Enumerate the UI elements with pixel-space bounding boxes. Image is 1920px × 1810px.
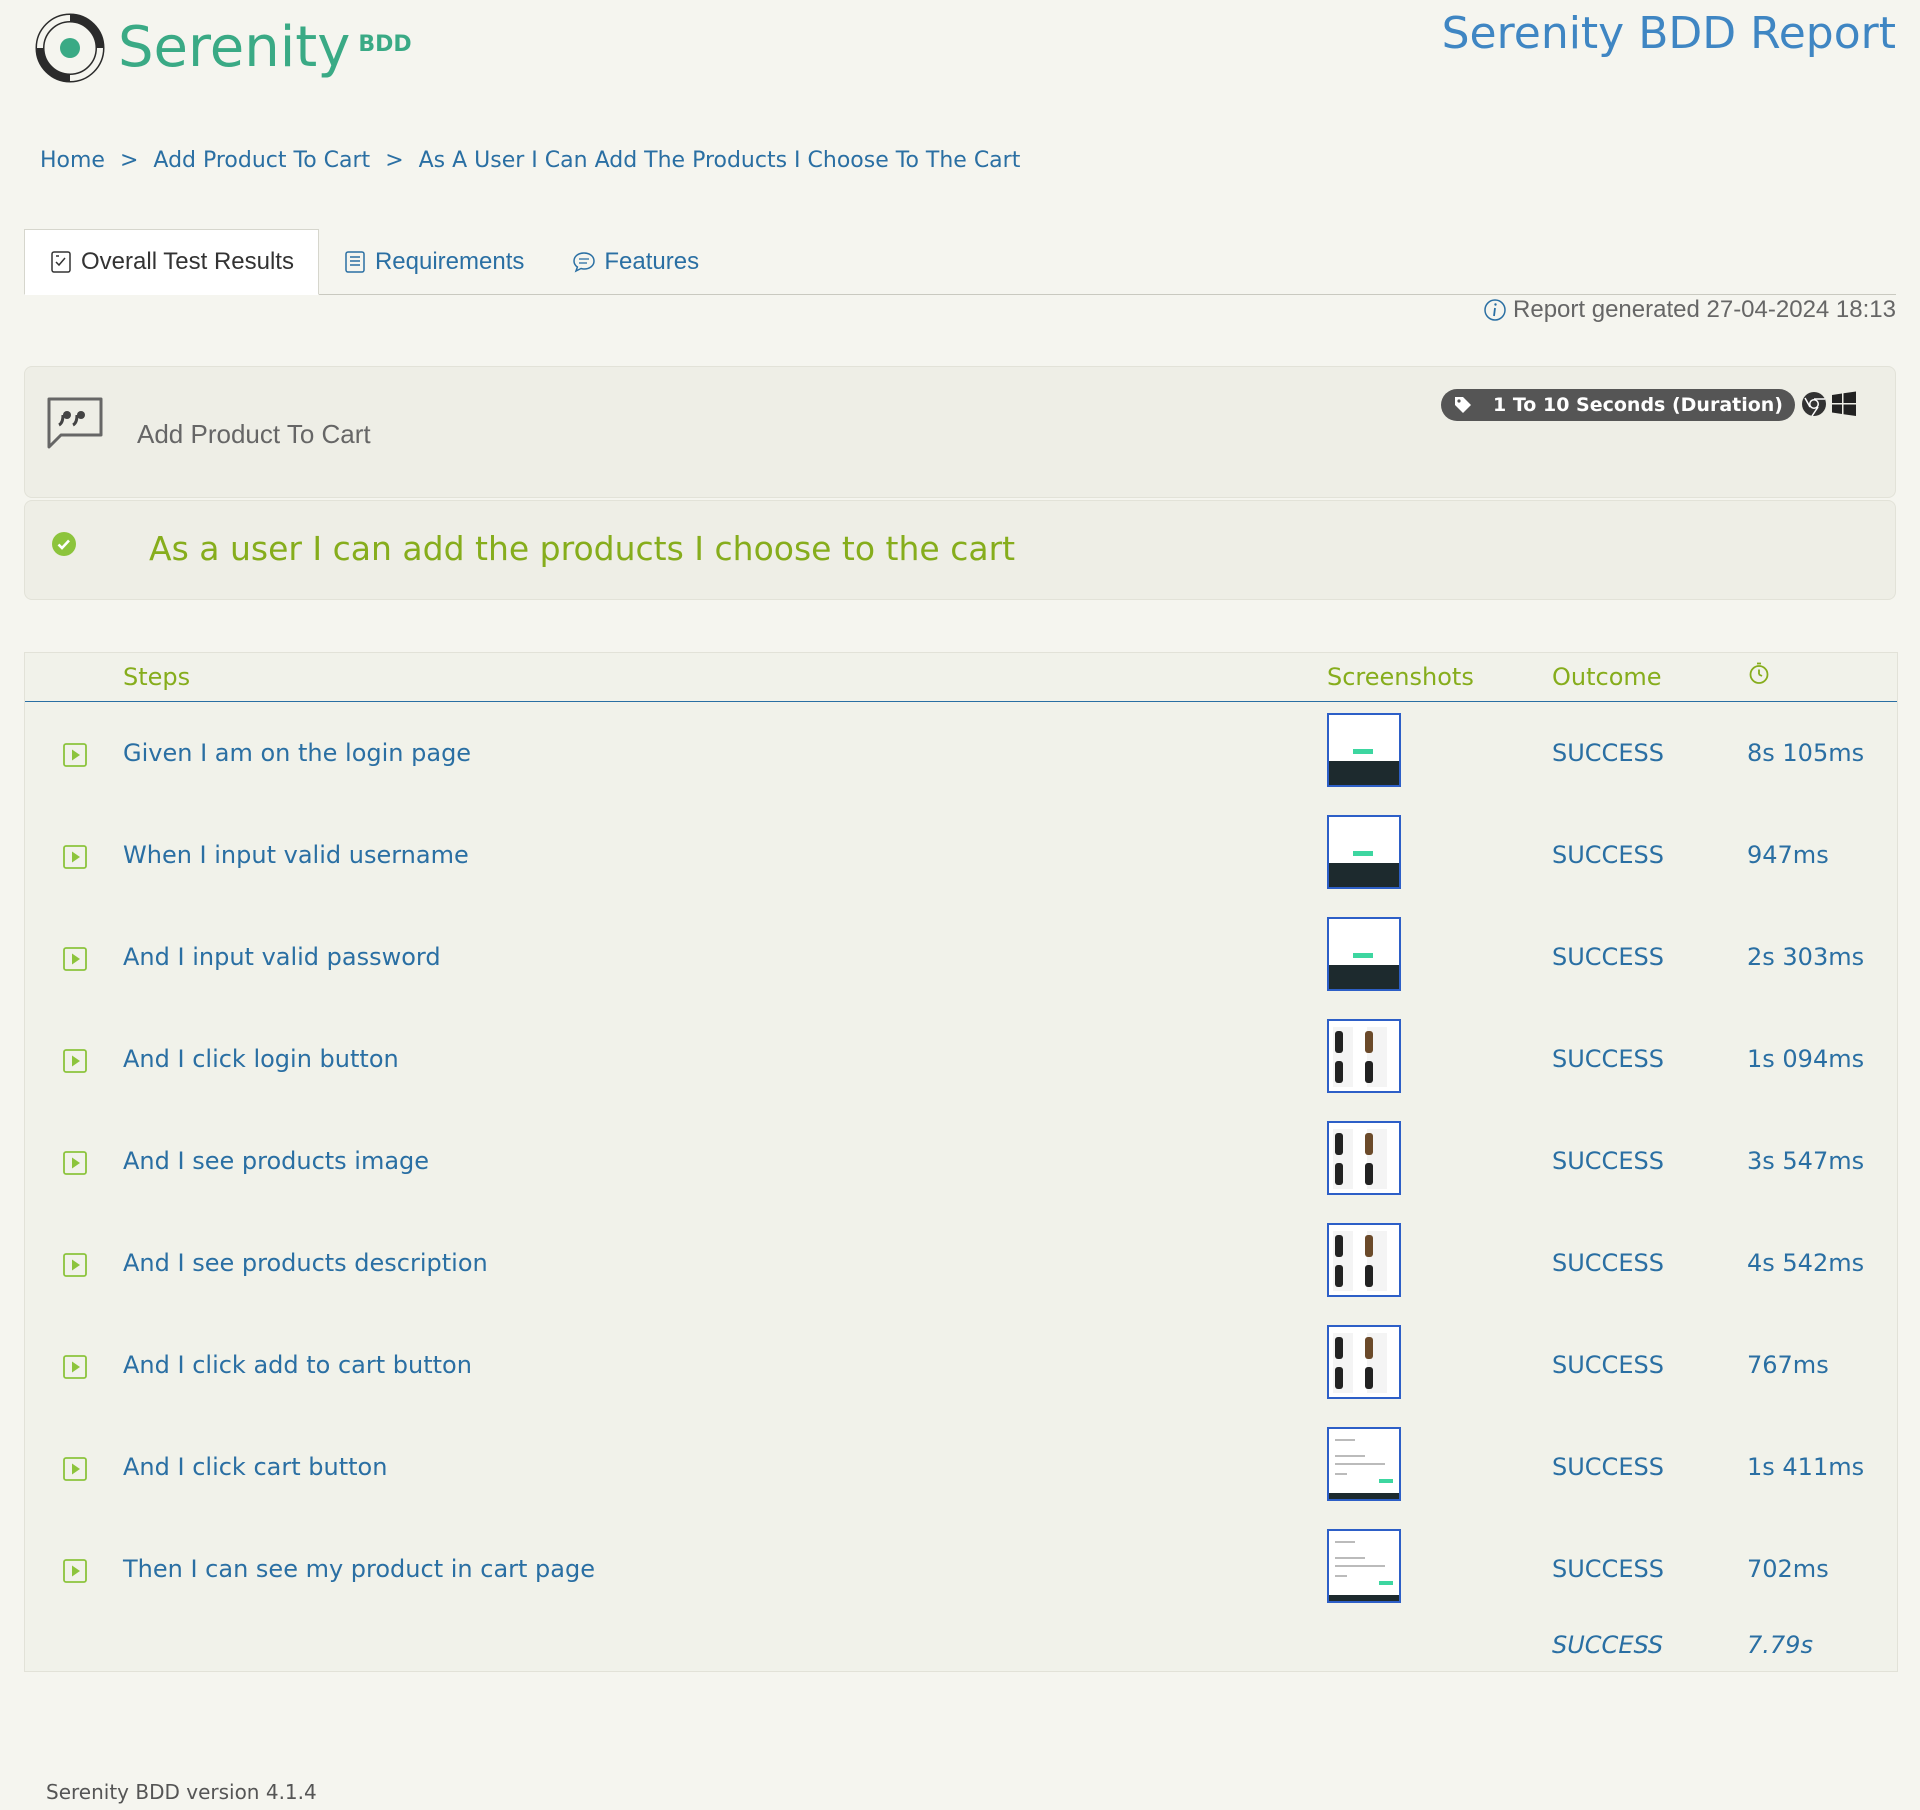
feature-name: Add Product To Cart: [137, 419, 371, 449]
table-row: Given I am on the login page SUCCESS 8s 10…: [25, 705, 1897, 807]
step-duration: 947ms: [1747, 841, 1829, 869]
step-outcome: SUCCESS: [1552, 841, 1664, 869]
step-outcome: SUCCESS: [1552, 1045, 1664, 1073]
speech-bubble-icon: [573, 252, 596, 273]
breadcrumb-separator: >: [119, 148, 139, 173]
breadcrumb-feature[interactable]: Add Product To Cart: [153, 148, 370, 173]
expand-step-icon[interactable]: [63, 1355, 87, 1379]
info-icon: [1484, 299, 1506, 321]
version-footer: Serenity BDD version 4.1.4: [46, 1780, 317, 1804]
step-duration: 3s 547ms: [1747, 1147, 1865, 1175]
step-description: Given I am on the login page: [123, 739, 472, 767]
expand-step-icon[interactable]: [63, 845, 87, 869]
breadcrumb-scenario[interactable]: As A User I Can Add The Products I Choos…: [419, 148, 1021, 173]
breadcrumb-separator: >: [385, 148, 404, 173]
table-row: And I click add to cart button SUCCESS 767…: [25, 1317, 1897, 1419]
screenshot-thumbnail[interactable]: [1327, 1325, 1401, 1399]
list-document-icon: [345, 251, 365, 273]
step-description: And I see products image: [123, 1147, 430, 1175]
step-description: And I click cart button: [123, 1453, 388, 1481]
step-outcome: SUCCESS: [1552, 1249, 1664, 1277]
duration-tag-label: 1 To 10 Seconds (Duration): [1493, 394, 1783, 416]
table-row: When I input valid username SUCCESS 947ms: [25, 807, 1897, 909]
screenshot-thumbnail[interactable]: [1327, 1019, 1401, 1093]
expand-step-icon[interactable]: [63, 1049, 87, 1073]
screenshot-thumbnail[interactable]: [1327, 1529, 1401, 1603]
report-generated-text: Report generated 27-04-2024 18:13: [1513, 296, 1896, 323]
total-duration: 7.79s: [1747, 1631, 1813, 1659]
step-duration: 767ms: [1747, 1351, 1829, 1379]
step-description: And I see products description: [123, 1249, 488, 1277]
expand-step-icon[interactable]: [63, 743, 87, 767]
stopwatch-icon: [1749, 662, 1769, 684]
screenshot-thumbnail[interactable]: [1327, 713, 1401, 787]
quote-bubble-icon: [47, 397, 103, 449]
table-row: And I see products description SUCCESS 4s …: [25, 1215, 1897, 1317]
screenshot-thumbnail[interactable]: [1327, 917, 1401, 991]
step-description: And I input valid password: [123, 943, 441, 971]
table-row: And I see products image SUCCESS 3s 547ms: [25, 1113, 1897, 1215]
tab-label: Overall Test Results: [81, 248, 294, 275]
scenario-panel: As a user I can add the products I choos…: [24, 500, 1896, 600]
chrome-icon: [1802, 392, 1826, 417]
scenario-title: As a user I can add the products I choos…: [149, 529, 1016, 568]
table-row: Then I can see my product in cart page SU…: [25, 1521, 1897, 1623]
expand-step-icon[interactable]: [63, 1253, 87, 1277]
step-outcome: SUCCESS: [1552, 943, 1664, 971]
tag-icon: [1455, 397, 1472, 413]
screenshot-thumbnail[interactable]: [1327, 1223, 1401, 1297]
tab-requirements[interactable]: Requirements: [319, 230, 548, 294]
breadcrumb-home[interactable]: Home: [40, 148, 105, 173]
table-row: And I click cart button SUCCESS 1s 411ms: [25, 1419, 1897, 1521]
duration-tag[interactable]: 1 To 10 Seconds (Duration): [1441, 389, 1795, 421]
logo-wordmark: Serenity: [118, 15, 351, 80]
report-title: Serenity BDD Report: [1441, 8, 1896, 59]
step-duration: 2s 303ms: [1747, 943, 1865, 971]
feature-panel: Add Product To Cart 1 To 10 Seconds (Dur…: [24, 366, 1896, 498]
tab-features[interactable]: Features: [548, 230, 723, 294]
breadcrumb: Home > Add Product To Cart > As A User I…: [40, 148, 1020, 173]
step-outcome: SUCCESS: [1552, 1147, 1664, 1175]
screenshot-thumbnail[interactable]: [1327, 1121, 1401, 1195]
tab-overall-test-results[interactable]: Overall Test Results: [24, 229, 319, 295]
screenshot-thumbnail[interactable]: [1327, 1427, 1401, 1501]
table-row: And I input valid password SUCCESS 2s 303m…: [25, 909, 1897, 1011]
report-tabs: Overall Test Results Requirements Featur…: [24, 228, 1896, 295]
step-duration: 4s 542ms: [1747, 1249, 1865, 1277]
header-divider: [25, 701, 1897, 702]
step-outcome: SUCCESS: [1552, 1555, 1664, 1583]
serenity-logo-icon: [35, 13, 105, 83]
step-outcome: SUCCESS: [1552, 739, 1664, 767]
step-description: And I click login button: [123, 1045, 399, 1073]
outcome-header: Outcome: [1552, 663, 1662, 691]
expand-step-icon[interactable]: [63, 947, 87, 971]
step-outcome: SUCCESS: [1552, 1453, 1664, 1481]
screenshot-thumbnail[interactable]: [1327, 815, 1401, 889]
step-outcome: SUCCESS: [1552, 1351, 1664, 1379]
total-outcome: SUCCESS: [1552, 1631, 1664, 1659]
tab-label: Requirements: [374, 248, 525, 275]
step-duration: 1s 094ms: [1747, 1045, 1865, 1073]
expand-step-icon[interactable]: [63, 1457, 87, 1481]
success-check-icon: [52, 532, 76, 556]
logo-subtitle: BDD: [358, 31, 412, 57]
steps-header: Steps: [123, 663, 191, 691]
expand-step-icon[interactable]: [63, 1151, 87, 1175]
tab-label: Features: [604, 248, 700, 275]
screenshots-header: Screenshots: [1327, 663, 1474, 691]
report-generated-info: Report generated 27-04-2024 18:13: [1483, 296, 1896, 324]
step-description: Then I can see my product in cart page: [123, 1555, 595, 1583]
expand-step-icon[interactable]: [63, 1559, 87, 1583]
step-duration: 1s 411ms: [1747, 1453, 1865, 1481]
table-row: And I click login button SUCCESS 1s 094ms: [25, 1011, 1897, 1113]
step-description: When I input valid username: [123, 841, 469, 869]
step-duration: 702ms: [1747, 1555, 1829, 1583]
step-description: And I click add to cart button: [123, 1351, 472, 1379]
windows-icon: [1832, 391, 1856, 416]
serenity-logo: Serenity BDD: [30, 8, 412, 88]
step-duration: 8s 105ms: [1747, 739, 1865, 767]
steps-table: Steps Screenshots Outcome Given I am on …: [24, 652, 1898, 1672]
checklist-icon: [51, 251, 71, 273]
